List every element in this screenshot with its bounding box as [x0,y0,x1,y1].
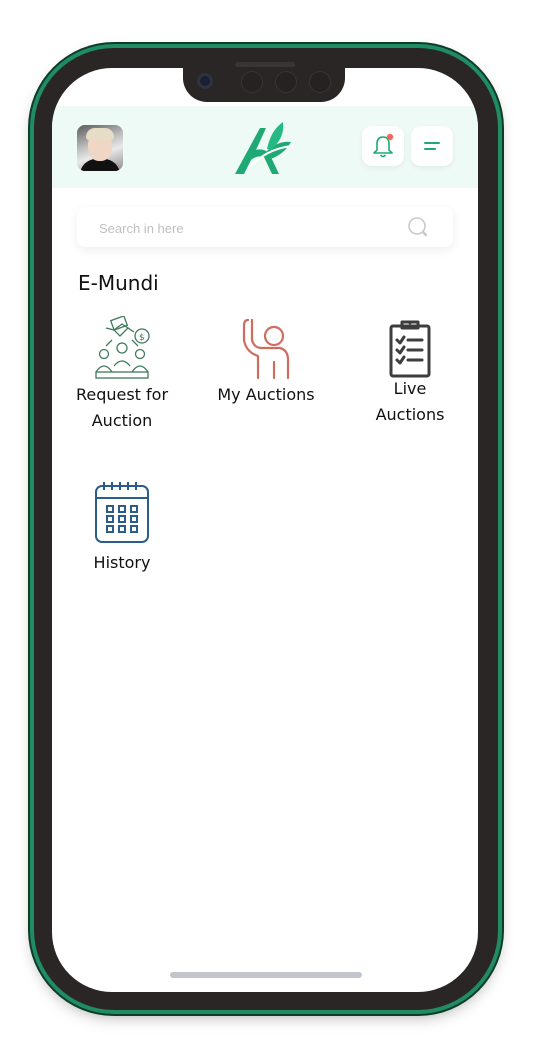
tile-label-line2: Auctions [375,405,445,424]
tile-label-line1: My Auctions [217,385,315,404]
home-indicator[interactable] [170,972,362,978]
app-screen: E-Mundi $ Request for Auction My [52,68,478,992]
search-input[interactable] [97,207,401,249]
sensor-dot [309,71,331,93]
tile-label-line1: History [93,553,151,572]
tile-request-for-auction[interactable]: $ Request for Auction [52,316,192,434]
tile-label-line1: Live [393,379,427,398]
tile-my-auctions[interactable]: My Auctions [196,316,336,408]
leaf-a-logo[interactable] [233,120,297,178]
tile-history[interactable]: History [52,480,192,576]
clipboard-checklist-icon [389,320,431,378]
section-title: E-Mundi [78,271,159,295]
tile-label-line2: Auction [91,411,153,430]
sensor-dot [275,71,297,93]
calendar-icon [95,482,149,543]
raised-hand-person-icon [242,318,290,380]
search-bar [77,207,453,249]
team-handshake-money-icon: $ [95,316,150,379]
front-camera [197,73,213,89]
app-header [52,106,478,188]
speaker-grill [235,62,295,67]
svg-text:$: $ [139,333,145,343]
phone-notch [183,62,345,102]
sensor-dot [241,71,263,93]
search-icon[interactable] [407,216,431,240]
menu-button[interactable] [411,126,453,166]
notification-button[interactable] [362,126,404,166]
user-avatar[interactable] [77,125,123,171]
bell-icon [373,133,394,158]
tile-live-auctions[interactable]: Live Auctions [340,318,478,428]
tile-label-line1: Request for [75,385,169,404]
menu-icon [424,142,440,150]
